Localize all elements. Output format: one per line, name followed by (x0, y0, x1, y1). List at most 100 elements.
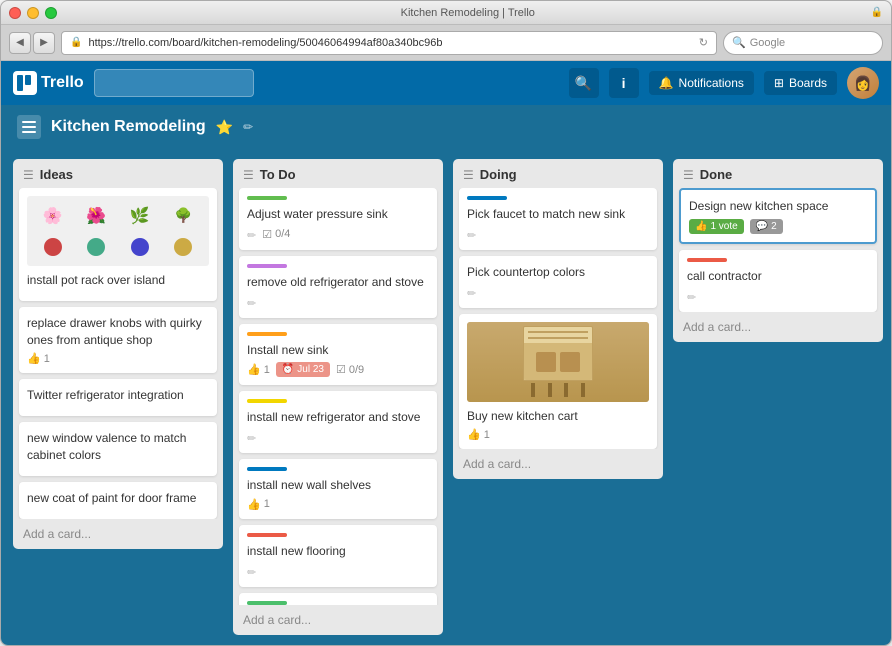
comment-badge-value: 2 (771, 221, 777, 232)
list-done-menu-icon: ☰ (683, 168, 694, 182)
edit-icon[interactable]: ✏ (467, 229, 476, 242)
edit-icon[interactable]: ✏ (687, 291, 696, 304)
card-ideas-5-title: new coat of paint for door frame (27, 490, 209, 507)
card-todo-2-label (247, 264, 287, 268)
list-todo-title: To Do (260, 167, 433, 182)
close-button[interactable] (9, 7, 21, 19)
card-todo-6-title: install new flooring (247, 543, 429, 560)
board-edit-icon[interactable]: ✏ (243, 120, 253, 134)
card-doing-3-title: Buy new kitchen cart (467, 408, 649, 425)
list-ideas: ☰ Ideas 🌸 🌺 🌿 🌳 install (13, 159, 223, 549)
header-search-button[interactable]: 🔍 (569, 68, 599, 98)
card-ideas-2-meta: 👍 1 (27, 352, 209, 365)
card-done-1-meta: 👍 1 vote 💬 2 (689, 219, 867, 234)
avatar[interactable]: 👩 (847, 67, 879, 99)
card-done-1[interactable]: Design new kitchen space 👍 1 vote 💬 2 (679, 188, 877, 244)
card-ideas-3-title: Twitter refrigerator integration (27, 387, 209, 404)
header-info-button[interactable]: i (609, 68, 639, 98)
card-ideas-5[interactable]: new coat of paint for door frame (19, 482, 217, 519)
comment-badge: 💬 2 (750, 219, 783, 234)
forward-button[interactable]: ▶ (33, 32, 55, 54)
card-ideas-2[interactable]: replace drawer knobs with quirky ones fr… (19, 307, 217, 374)
list-done-header: ☰ Done (673, 159, 883, 188)
vote-count: 👍 1 (247, 498, 270, 511)
card-todo-4[interactable]: install new refrigerator and stove ✏ (239, 391, 437, 453)
window-lock: 🔒 (871, 7, 883, 18)
list-doing: ☰ Doing Pick faucet to match new sink ✏ … (453, 159, 663, 479)
card-todo-1[interactable]: Adjust water pressure sink ✏ ☑ 0/4 (239, 188, 437, 250)
notifications-button[interactable]: 🔔 Notifications (649, 71, 754, 95)
card-doing-1[interactable]: Pick faucet to match new sink ✏ (459, 188, 657, 250)
card-todo-6-label (247, 533, 287, 537)
card-todo-5[interactable]: install new wall shelves 👍 1 (239, 459, 437, 519)
thumbs-up-icon: 👍 (247, 363, 261, 376)
edit-icon[interactable]: ✏ (467, 287, 476, 300)
card-ideas-1[interactable]: 🌸 🌺 🌿 🌳 install pot rack over island (19, 188, 217, 301)
list-done: ☰ Done Design new kitchen space 👍 1 vote… (673, 159, 883, 342)
thumbs-up-icon: 👍 (467, 428, 481, 441)
boards-icon: ⊞ (774, 76, 784, 90)
edit-icon[interactable]: ✏ (247, 566, 256, 579)
edit-icon[interactable]: ✏ (247, 432, 256, 445)
trello-header: Trello 🔍 i 🔔 Notifications ⊞ Boards 👩 (1, 61, 891, 105)
vote-count: 👍 1 (27, 352, 50, 365)
edit-icon[interactable]: ✏ (247, 297, 256, 310)
card-doing-2[interactable]: Pick countertop colors ✏ (459, 256, 657, 308)
card-doing-3[interactable]: Buy new kitchen cart 👍 1 (459, 314, 657, 450)
cart-body (523, 326, 593, 381)
vote-count: 👍 1 (467, 428, 490, 441)
minimize-button[interactable] (27, 7, 39, 19)
back-button[interactable]: ◀ (9, 32, 31, 54)
checklist-value: 0/4 (275, 228, 290, 240)
url-text: https://trello.com/board/kitchen-remodel… (88, 37, 692, 49)
card-todo-1-label (247, 196, 287, 200)
card-done-2[interactable]: call contractor ✏ (679, 250, 877, 312)
search-placeholder: Google (750, 37, 785, 49)
card-doing-1-label (467, 196, 507, 200)
board-menu-icon[interactable] (17, 115, 41, 139)
browser-toolbar: ◀ ▶ 🔒 https://trello.com/board/kitchen-r… (1, 25, 891, 61)
card-todo-2[interactable]: remove old refrigerator and stove ✏ (239, 256, 437, 318)
checklist-item: ☑ 0/9 (336, 363, 364, 376)
traffic-lights (9, 7, 57, 19)
due-date-value: Jul 23 (297, 364, 324, 375)
vote-count: 👍 1 (247, 363, 270, 376)
list-doing-cards: Pick faucet to match new sink ✏ Pick cou… (453, 188, 663, 449)
vote-value: 1 (264, 498, 270, 510)
board-content: ☰ Ideas 🌸 🌺 🌿 🌳 install (1, 149, 891, 645)
edit-icon[interactable]: ✏ (247, 229, 256, 242)
card-todo-6[interactable]: install new flooring ✏ (239, 525, 437, 587)
maximize-button[interactable] (45, 7, 57, 19)
knobs-image: 🌸 🌺 🌿 🌳 (27, 196, 209, 266)
search-bar[interactable]: 🔍 Google (723, 31, 883, 55)
boards-button[interactable]: ⊞ Boards (764, 71, 837, 95)
list-todo-menu-icon: ☰ (243, 168, 254, 182)
card-todo-2-meta: ✏ (247, 295, 429, 310)
vote-value: 1 (484, 429, 490, 441)
trello-logo-text: Trello (41, 74, 84, 92)
checklist-icon: ☑ (336, 363, 346, 376)
list-ideas-header: ☰ Ideas (13, 159, 223, 188)
list-doing-add-card[interactable]: Add a card... (453, 449, 663, 479)
card-done-1-title: Design new kitchen space (689, 198, 867, 215)
card-done-2-label (687, 258, 727, 262)
vote-badge: 👍 1 vote (689, 219, 744, 234)
list-ideas-add-card[interactable]: Add a card... (13, 519, 223, 549)
trello-logo[interactable]: Trello (13, 71, 84, 95)
vote-badge-value: 1 vote (710, 221, 737, 232)
list-todo-add-card[interactable]: Add a card... (233, 605, 443, 635)
window: Kitchen Remodeling | Trello 🔒 ◀ ▶ 🔒 http… (0, 0, 892, 646)
checklist-item: ☑ 0/4 (262, 228, 290, 241)
card-todo-7[interactable]: Buy paint for cabinets ✏ (239, 593, 437, 605)
thumbs-up-icon: 👍 (695, 221, 707, 232)
card-todo-3[interactable]: Install new sink 👍 1 ⏰ Jul 23 ☑ 0/9 (239, 324, 437, 386)
board-star-icon[interactable]: ⭐ (216, 119, 233, 136)
refresh-icon[interactable]: ↻ (699, 36, 708, 49)
card-ideas-4[interactable]: new window valence to match cabinet colo… (19, 422, 217, 476)
kitchen-cart-image (467, 322, 649, 402)
card-ideas-3[interactable]: Twitter refrigerator integration (19, 379, 217, 416)
url-bar[interactable]: 🔒 https://trello.com/board/kitchen-remod… (61, 31, 717, 55)
list-done-add-card[interactable]: Add a card... (673, 312, 883, 342)
trello-search-box[interactable] (94, 69, 254, 97)
list-todo: ☰ To Do Adjust water pressure sink ✏ ☑ 0… (233, 159, 443, 635)
